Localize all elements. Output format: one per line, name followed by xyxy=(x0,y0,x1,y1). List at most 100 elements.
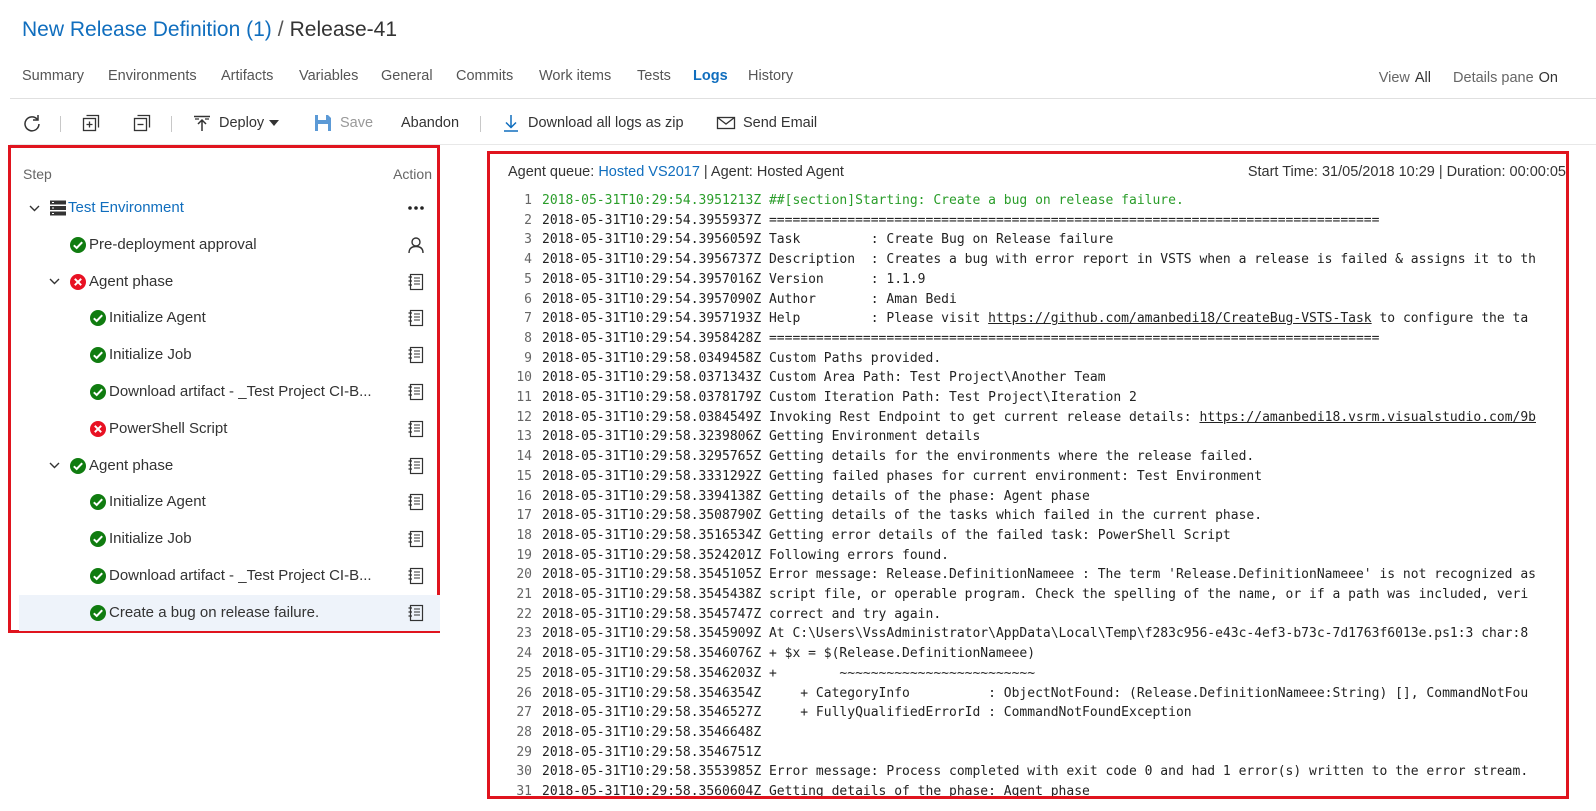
tree-item-label: Pre-deployment approval xyxy=(89,235,257,253)
send-email-button[interactable]: Send Email xyxy=(716,106,817,140)
refresh-button[interactable] xyxy=(22,106,42,140)
log-line-number: 12 xyxy=(516,409,532,425)
tree-step-row[interactable]: Pre-deployment approval xyxy=(17,227,437,263)
log-viewer[interactable]: 1 2018-05-31T10:29:54.3951213Z ##[section… xyxy=(490,191,1566,796)
tree-phase-row[interactable]: Agent phase xyxy=(17,264,437,300)
log-text: 2018-05-31T10:29:58.3560604Z Getting det… xyxy=(542,784,1090,799)
view-log-icon[interactable] xyxy=(407,346,425,364)
collapse-all-button[interactable] xyxy=(132,106,152,140)
log-line-text: 2018-05-31T10:29:54.3956737Z Description… xyxy=(542,252,1536,267)
action-column-header: Action xyxy=(393,166,432,182)
log-line: 1 2018-05-31T10:29:54.3951213Z ##[section… xyxy=(490,191,1184,211)
tab-work-items[interactable]: Work items xyxy=(539,68,611,84)
download-logs-label: Download all logs as zip xyxy=(528,115,684,131)
success-check-icon xyxy=(89,530,107,548)
tab-general[interactable]: General xyxy=(381,68,433,84)
tab-history[interactable]: History xyxy=(748,68,793,84)
tree-environment-row[interactable]: Test Environment xyxy=(17,190,437,226)
download-logs-button[interactable]: Download all logs as zip xyxy=(501,106,684,140)
log-text: 2018-05-31T10:29:58.3546076Z + $x = $(Re… xyxy=(542,646,1036,662)
log-text: 2018-05-31T10:29:58.3545909Z At C:\Users… xyxy=(542,626,1529,642)
tree-step-row[interactable]: Initialize Job xyxy=(17,521,437,557)
log-line-text: 2018-05-31T10:29:54.3957016Z Version : 1… xyxy=(542,272,926,287)
view-log-icon[interactable] xyxy=(407,420,425,438)
tree-step-row[interactable]: Initialize Job xyxy=(17,337,437,373)
log-line-number: 11 xyxy=(516,390,532,405)
log-line: 29 2018-05-31T10:29:58.3546751Z xyxy=(490,743,761,763)
tab-logs[interactable]: Logs xyxy=(693,68,728,84)
tree-step-row[interactable]: Download artifact - _Test Project CI-B..… xyxy=(17,558,437,594)
success-check-icon xyxy=(69,236,87,254)
tree-step-row[interactable]: Initialize Agent xyxy=(17,300,437,336)
tab-tests[interactable]: Tests xyxy=(637,68,671,84)
chevron-down-icon[interactable] xyxy=(27,201,41,215)
tree-item-label: Initialize Agent xyxy=(109,493,206,511)
log-line-number: 2 xyxy=(524,212,532,228)
log-text-after-link: to configure the ta xyxy=(1371,311,1529,327)
send-email-label: Send Email xyxy=(743,115,818,131)
log-line: 17 2018-05-31T10:29:58.3508790Z Getting d… xyxy=(490,506,1262,526)
log-text: 2018-05-31T10:29:58.3546648Z xyxy=(542,724,762,740)
view-value[interactable]: All xyxy=(1415,70,1431,86)
tab-summary[interactable]: Summary xyxy=(22,68,84,84)
expand-all-button[interactable] xyxy=(81,106,101,140)
view-label: View xyxy=(1378,70,1410,86)
breadcrumb-definition-link[interactable]: New Release Definition (1) xyxy=(22,18,272,41)
log-line: 11 2018-05-31T10:29:58.0378179Z Custom It… xyxy=(490,388,1137,408)
details-pane-toggle[interactable]: On xyxy=(1539,70,1558,86)
log-line: 31 2018-05-31T10:29:58.3560604Z Getting d… xyxy=(490,782,1090,799)
tree-phase-row[interactable]: Agent phase xyxy=(17,448,437,484)
log-line-number: 30 xyxy=(516,764,532,780)
deploy-button[interactable]: Deploy xyxy=(192,106,280,140)
view-log-icon[interactable] xyxy=(407,530,425,548)
tree-item-label: Agent phase xyxy=(89,456,174,474)
log-text: 2018-05-31T10:29:58.3546203Z + ~~~~~~~~~… xyxy=(542,665,1036,681)
success-check-icon xyxy=(69,457,87,475)
log-link[interactable]: https://amanbedi18.vsrm.visualstudio.com… xyxy=(1199,410,1536,425)
chevron-down-icon[interactable] xyxy=(47,459,61,473)
more-options-icon[interactable] xyxy=(407,199,425,217)
log-line-number: 21 xyxy=(516,587,532,602)
chevron-down-icon[interactable] xyxy=(47,275,61,289)
page-title: New Release Definition (1) / Release-41 xyxy=(22,18,397,42)
log-line-text: 2018-05-31T10:29:58.3545438Z script file… xyxy=(542,587,1528,602)
log-text: 2018-05-31T10:29:58.0371343Z Custom Area… xyxy=(542,370,1106,386)
success-check-icon xyxy=(89,346,107,364)
log-line-number: 31 xyxy=(516,784,532,799)
log-text: 2018-05-31T10:29:58.3239806Z Getting Env… xyxy=(542,429,981,445)
view-log-icon[interactable] xyxy=(407,493,425,511)
log-text: 2018-05-31T10:29:54.3957016Z Version : 1… xyxy=(542,271,926,287)
view-log-icon[interactable] xyxy=(407,567,425,585)
save-button[interactable]: Save xyxy=(313,106,373,140)
log-line-number: 14 xyxy=(516,449,532,465)
agent-queue-link[interactable]: Hosted VS2017 xyxy=(598,164,700,180)
log-text: 2018-05-31T10:29:58.3545438Z script file… xyxy=(542,587,1529,602)
view-log-icon[interactable] xyxy=(407,273,425,291)
log-line-text: 2018-05-31T10:29:58.0378179Z Custom Iter… xyxy=(542,390,1137,405)
view-log-icon[interactable] xyxy=(407,309,425,327)
tree-step-row[interactable]: Initialize Agent xyxy=(17,484,437,520)
view-log-icon[interactable] xyxy=(407,457,425,475)
abandon-button[interactable]: Abandon xyxy=(401,106,459,140)
tab-variables[interactable]: Variables xyxy=(299,68,358,84)
tab-environments[interactable]: Environments xyxy=(108,68,197,84)
tab-artifacts[interactable]: Artifacts xyxy=(221,68,273,84)
success-check-icon xyxy=(89,309,107,327)
log-text: 2018-05-31T10:29:58.3524201Z Following e… xyxy=(542,547,949,563)
approver-icon[interactable] xyxy=(407,236,425,254)
save-label: Save xyxy=(340,115,374,131)
log-link[interactable]: https://github.com/amanbedi18/CreateBug-… xyxy=(988,311,1372,326)
tree-step-row[interactable]: Download artifact - _Test Project CI-B..… xyxy=(17,374,437,410)
log-text: 2018-05-31T10:29:58.3546751Z xyxy=(542,744,762,760)
view-log-icon[interactable] xyxy=(407,604,425,622)
log-line-text: 2018-05-31T10:29:58.0371343Z Custom Area… xyxy=(542,370,1106,385)
log-line-text: 2018-05-31T10:29:58.0384549Z Invoking Re… xyxy=(542,410,1536,425)
tab-commits[interactable]: Commits xyxy=(456,68,513,84)
log-line-text: 2018-05-31T10:29:54.3955937Z ===========… xyxy=(542,213,1379,228)
view-log-icon[interactable] xyxy=(407,383,425,401)
log-text: 2018-05-31T10:29:54.3951213Z ##[section]… xyxy=(542,193,1184,208)
tree-step-row[interactable]: PowerShell Script xyxy=(17,411,437,447)
view-options: View All Details pane On xyxy=(1379,70,1558,86)
tree-step-row[interactable]: Create a bug on release failure. xyxy=(19,594,440,631)
server-icon xyxy=(49,199,67,217)
